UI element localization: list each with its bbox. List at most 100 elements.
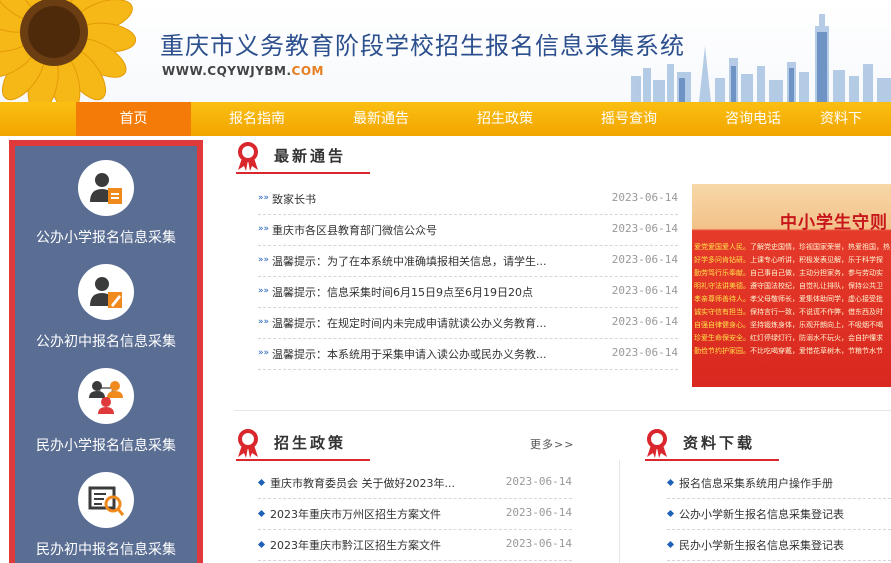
nav-item-hotline[interactable]: 咨询电话 bbox=[710, 102, 796, 136]
poster-line-head: 爱党爱国爱人民。 bbox=[694, 243, 750, 251]
poster-line-head: 好学多问肯钻研。 bbox=[694, 256, 750, 264]
site-url-prefix: WWW.CQYWJYBM. bbox=[162, 64, 292, 78]
nav-item-lottery[interactable]: 摇号查询 bbox=[586, 102, 672, 136]
policy-text: 2023年重庆市万州区招生方案文件 bbox=[270, 508, 441, 521]
policy-row[interactable]: 2023年重庆市黔江区招生方案文件 2023-06-14 bbox=[257, 530, 572, 561]
poster-line: 爱党爱国爱人民。了解党史国情，珍视国家荣誉，热爱祖国，热 bbox=[694, 242, 891, 253]
nav-item-policy[interactable]: 招生政策 bbox=[462, 102, 548, 136]
notice-row[interactable]: »» 温馨提示：本系统用于采集申请入读公办或民办义务教... 2023-06-1… bbox=[258, 339, 678, 370]
user-document-icon bbox=[90, 173, 122, 204]
site-url: WWW.CQYWJYBM.COM bbox=[162, 64, 324, 78]
policy-title: 招生政策 bbox=[274, 434, 347, 452]
notice-row[interactable]: »» 重庆市各区县教育部门微信公众号 2023-06-14 bbox=[258, 215, 678, 246]
sidebar-item-public-junior[interactable]: 公办初中报名信息采集 bbox=[15, 259, 197, 363]
notice-text: 温馨提示：本系统用于采集申请入读公办或民办义务教... bbox=[272, 348, 547, 361]
diamond-bullet-icon bbox=[666, 478, 675, 487]
nav-item-downloads[interactable]: 资料下 bbox=[820, 102, 891, 136]
download-row[interactable]: 公办小学新生报名信息采集登记表 bbox=[666, 499, 891, 530]
downloads-title-underline bbox=[645, 459, 779, 461]
poster-line-body: 遵守国法校纪，自觉礼让排队，保持公共卫 bbox=[750, 282, 883, 290]
policy-text: 2023年重庆市黔江区招生方案文件 bbox=[270, 539, 441, 552]
notice-date: 2023-06-14 bbox=[611, 191, 678, 204]
poster-line-body: 孝父母敬师长，爱集体助同学，虚心接受批 bbox=[750, 295, 883, 303]
poster-line-head: 明礼守法讲美德。 bbox=[694, 282, 750, 290]
nav-item-home[interactable]: 首页 bbox=[76, 102, 191, 136]
double-chevron-icon: »» bbox=[258, 224, 270, 234]
policy-section-header: 招生政策 bbox=[236, 427, 370, 461]
sidebar-item-private-primary[interactable]: 民办小学报名信息采集 bbox=[15, 363, 197, 467]
poster-line: 勤劳笃行乐奉献。自己事自己做，主动分担家务，参与劳动实 bbox=[694, 268, 891, 279]
nav-item-notices[interactable]: 最新通告 bbox=[338, 102, 424, 136]
nav-item-guide[interactable]: 报名指南 bbox=[214, 102, 300, 136]
policy-row[interactable]: 重庆市教育委员会 关于做好2023年... 2023-06-14 bbox=[257, 468, 572, 499]
policy-row[interactable]: 2023年重庆市万州区招生方案文件 2023-06-14 bbox=[257, 499, 572, 530]
policy-date: 2023-06-14 bbox=[505, 475, 572, 488]
sidebar-icon-circle bbox=[78, 368, 134, 424]
policy-date: 2023-06-14 bbox=[505, 506, 572, 519]
poster-line-body: 坚持锻炼身体，乐观开朗向上，不吸烟不喝 bbox=[750, 321, 883, 329]
sidebar-item-label: 公办初中报名信息采集 bbox=[36, 334, 176, 350]
sidebar-icon-circle bbox=[78, 472, 134, 528]
notice-date: 2023-06-14 bbox=[611, 346, 678, 359]
sidebar-item-label: 民办初中报名信息采集 bbox=[36, 542, 176, 558]
diamond-bullet-icon bbox=[666, 540, 675, 549]
ribbon-icon bbox=[647, 429, 667, 458]
double-chevron-icon: »» bbox=[258, 255, 270, 265]
notice-date: 2023-06-14 bbox=[611, 284, 678, 297]
poster-line-body: 保持言行一致，不说谎不作弊，借东西及时 bbox=[750, 308, 883, 316]
download-text: 报名信息采集系统用户操作手册 bbox=[679, 477, 833, 490]
poster-line-head: 诚实守信有担当。 bbox=[694, 308, 750, 316]
double-chevron-icon: »» bbox=[258, 286, 270, 296]
policy-more-link[interactable]: 更多>> bbox=[530, 436, 574, 452]
ribbon-icon bbox=[238, 142, 258, 171]
notice-row[interactable]: »» 温馨提示：信息采集时间6月15日9点至6月19日20点 2023-06-1… bbox=[258, 277, 678, 308]
download-text: 公办小学新生报名信息采集登记表 bbox=[679, 508, 844, 521]
poster-line: 珍爱生命保安全。红灯停绿灯行，防溺水不玩火，会自护懂求 bbox=[694, 333, 891, 344]
site-url-suffix: COM bbox=[291, 64, 324, 78]
notice-text: 温馨提示：信息采集时间6月15日9点至6月19日20点 bbox=[272, 286, 533, 299]
poster-line-head: 自强自律健身心。 bbox=[694, 321, 750, 329]
notices-title: 最新通告 bbox=[274, 147, 347, 165]
form-search-icon bbox=[88, 486, 125, 516]
notice-text: 温馨提示：为了在本系统中准确填报相关信息，请学生... bbox=[272, 255, 547, 268]
poster-line-body: 了解党史国情，珍视国家荣誉，热爱祖国，热 bbox=[750, 243, 890, 251]
student-code-poster[interactable]: 中小学生守则 爱党爱国爱人民。了解党史国情，珍视国家荣誉，热爱祖国，热 好学多问… bbox=[692, 184, 891, 387]
poster-line: 孝亲尊师善待人。孝父母敬师长，爱集体助同学，虚心接受批 bbox=[694, 294, 891, 305]
user-edit-icon bbox=[90, 277, 122, 308]
site-header: 重庆市义务教育阶段学校招生报名信息采集系统 WWW.CQYWJYBM.COM bbox=[0, 0, 891, 102]
notice-text: 重庆市各区县教育部门微信公众号 bbox=[272, 224, 437, 237]
notice-row[interactable]: »» 温馨提示：为了在本系统中准确填报相关信息，请学生... 2023-06-1… bbox=[258, 246, 678, 277]
poster-line-body: 自己事自己做，主动分担家务，参与劳动实 bbox=[750, 269, 883, 277]
download-row[interactable]: 民办小学新生报名信息采集登记表 bbox=[666, 530, 891, 561]
column-divider bbox=[619, 460, 620, 563]
notice-row[interactable]: »» 致家长书 2023-06-14 bbox=[258, 184, 678, 215]
poster-line-head: 孝亲尊师善待人。 bbox=[694, 295, 750, 303]
diamond-bullet-icon bbox=[257, 478, 266, 487]
notice-row[interactable]: »» 温馨提示：在规定时间内未完成申请就读公办义务教育... 2023-06-1… bbox=[258, 308, 678, 339]
diamond-bullet-icon bbox=[666, 509, 675, 518]
sidebar-item-public-primary[interactable]: 公办小学报名信息采集 bbox=[15, 155, 197, 259]
poster-line-body: 上课专心听讲，积极发表见解，乐于科学探 bbox=[750, 256, 883, 264]
downloads-section-header: 资料下载 bbox=[645, 427, 779, 461]
sidebar-item-private-junior[interactable]: 民办初中报名信息采集 bbox=[15, 467, 197, 563]
double-chevron-icon: »» bbox=[258, 317, 270, 327]
policy-date: 2023-06-14 bbox=[505, 537, 572, 550]
notices-section-header: 最新通告 bbox=[236, 140, 370, 174]
poster-line: 诚实守信有担当。保持言行一致，不说谎不作弊，借东西及时 bbox=[694, 307, 891, 318]
sidebar: 公办小学报名信息采集 公办初中报名信息采集 民办小学报名信息采集 民办初中报名信… bbox=[9, 140, 203, 563]
poster-line-body: 红灯停绿灯行，防溺水不玩火，会自护懂求 bbox=[750, 334, 883, 342]
poster-lines: 爱党爱国爱人民。了解党史国情，珍视国家荣誉，热爱祖国，热 好学多问肯钻研。上课专… bbox=[694, 242, 891, 359]
city-skyline-decoration bbox=[631, 14, 891, 102]
poster-line-body: 不比吃喝穿戴，爱惜花草树木，节粮节水节 bbox=[750, 347, 883, 355]
diamond-bullet-icon bbox=[257, 540, 266, 549]
notice-text: 致家长书 bbox=[272, 193, 316, 206]
double-chevron-icon: »» bbox=[258, 348, 270, 358]
poster-line: 勤俭节约护家园。不比吃喝穿戴，爱惜花草树木，节粮节水节 bbox=[694, 346, 891, 357]
download-row[interactable]: 报名信息采集系统用户操作手册 bbox=[666, 468, 891, 499]
notice-date: 2023-06-14 bbox=[611, 222, 678, 235]
policy-text: 重庆市教育委员会 关于做好2023年... bbox=[270, 477, 455, 490]
policy-title-underline bbox=[236, 459, 370, 461]
sidebar-item-label: 公办小学报名信息采集 bbox=[36, 230, 176, 246]
ribbon-icon bbox=[238, 429, 258, 458]
downloads-title: 资料下载 bbox=[683, 434, 756, 452]
